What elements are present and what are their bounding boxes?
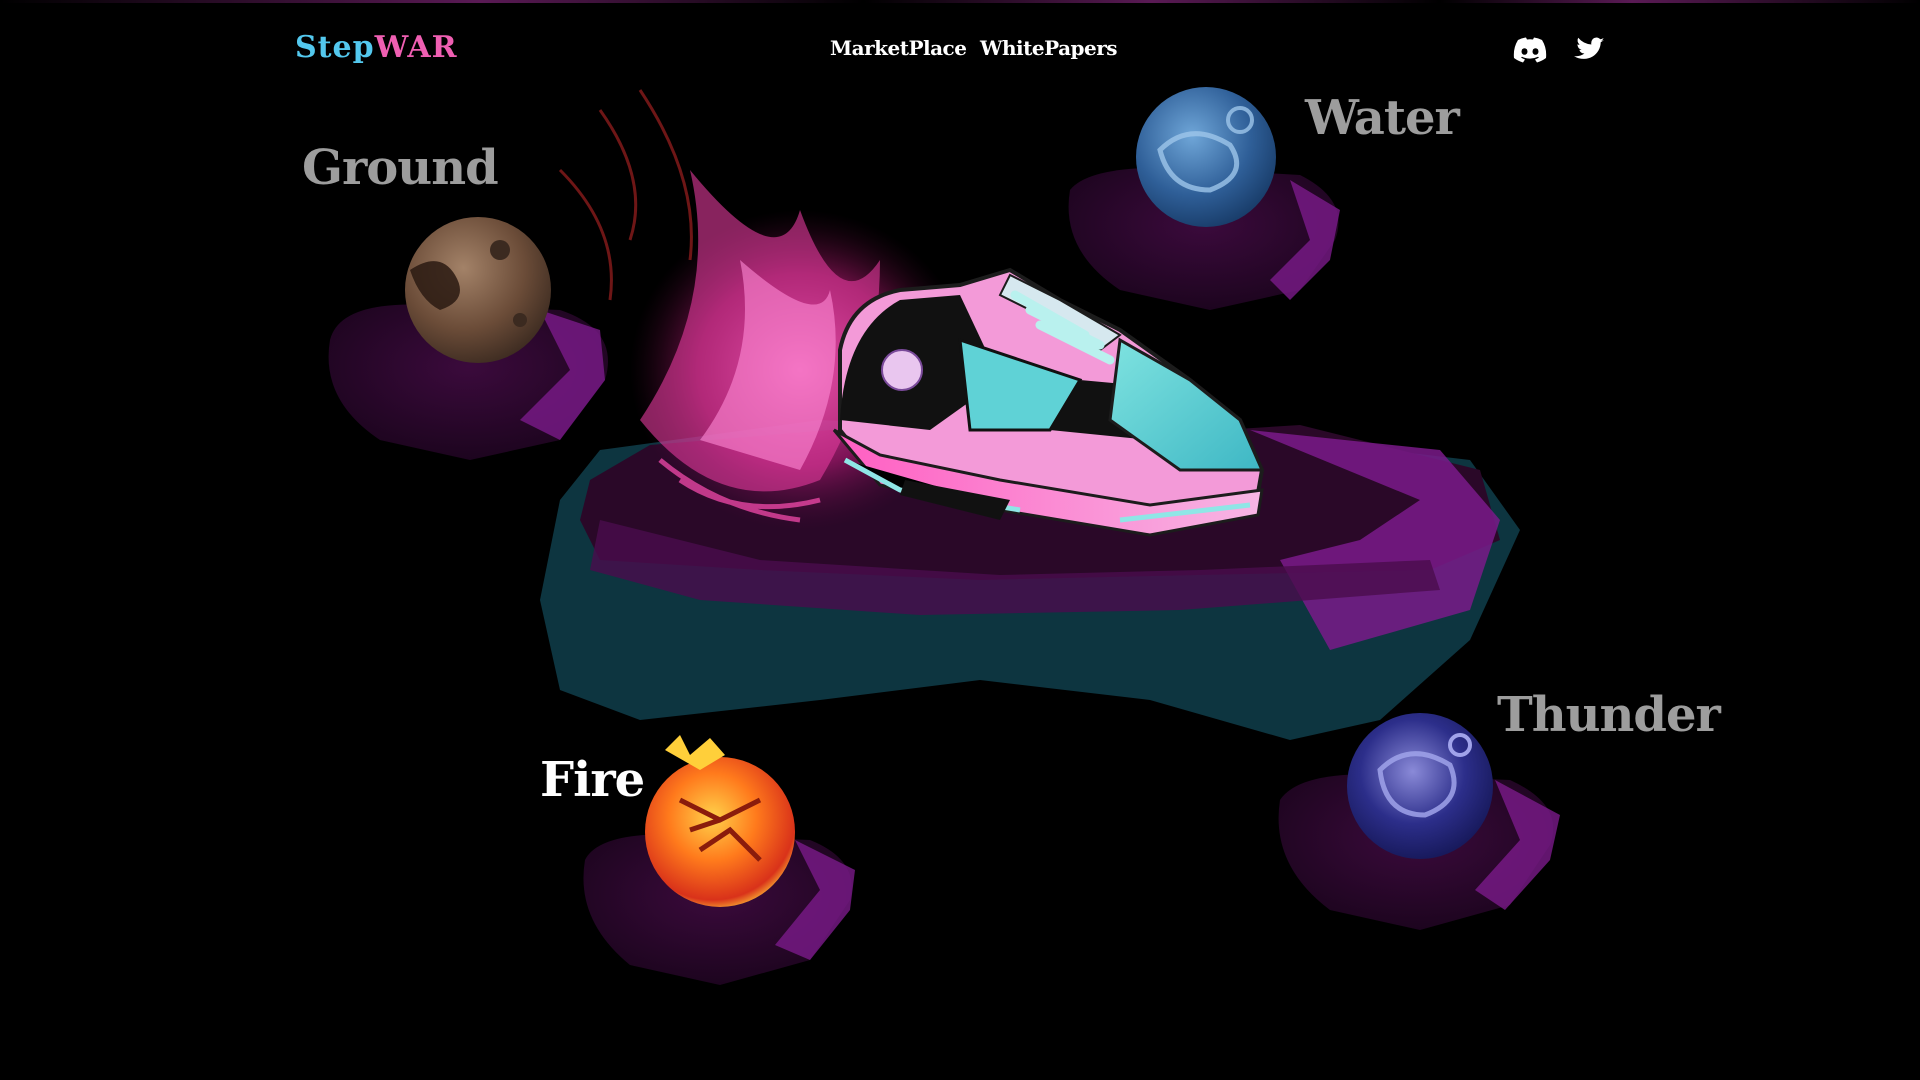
discord-icon[interactable]: [1512, 34, 1548, 66]
logo-text-part1: Step: [295, 30, 375, 65]
element-label-thunder: Thunder: [1497, 687, 1721, 743]
element-label-fire: Fire: [540, 752, 645, 808]
element-label-ground: Ground: [302, 140, 499, 196]
nav-link-marketplace[interactable]: MarketPlace: [830, 36, 967, 60]
landing-page: Ground Water Fire Thunder StepWAR Market…: [0, 0, 1920, 1080]
thunder-orb: [1347, 713, 1493, 859]
twitter-icon[interactable]: [1570, 34, 1606, 66]
nav-link-whitepapers[interactable]: WhitePapers: [980, 36, 1118, 60]
water-orb: [1136, 87, 1276, 227]
logo-text-part2: WAR: [374, 30, 458, 65]
site-logo[interactable]: StepWAR: [295, 30, 458, 65]
top-navbar: StepWAR MarketPlace WhitePapers: [0, 0, 1920, 100]
fire-orb: [645, 757, 795, 907]
hero-artwork: [328, 87, 1560, 985]
